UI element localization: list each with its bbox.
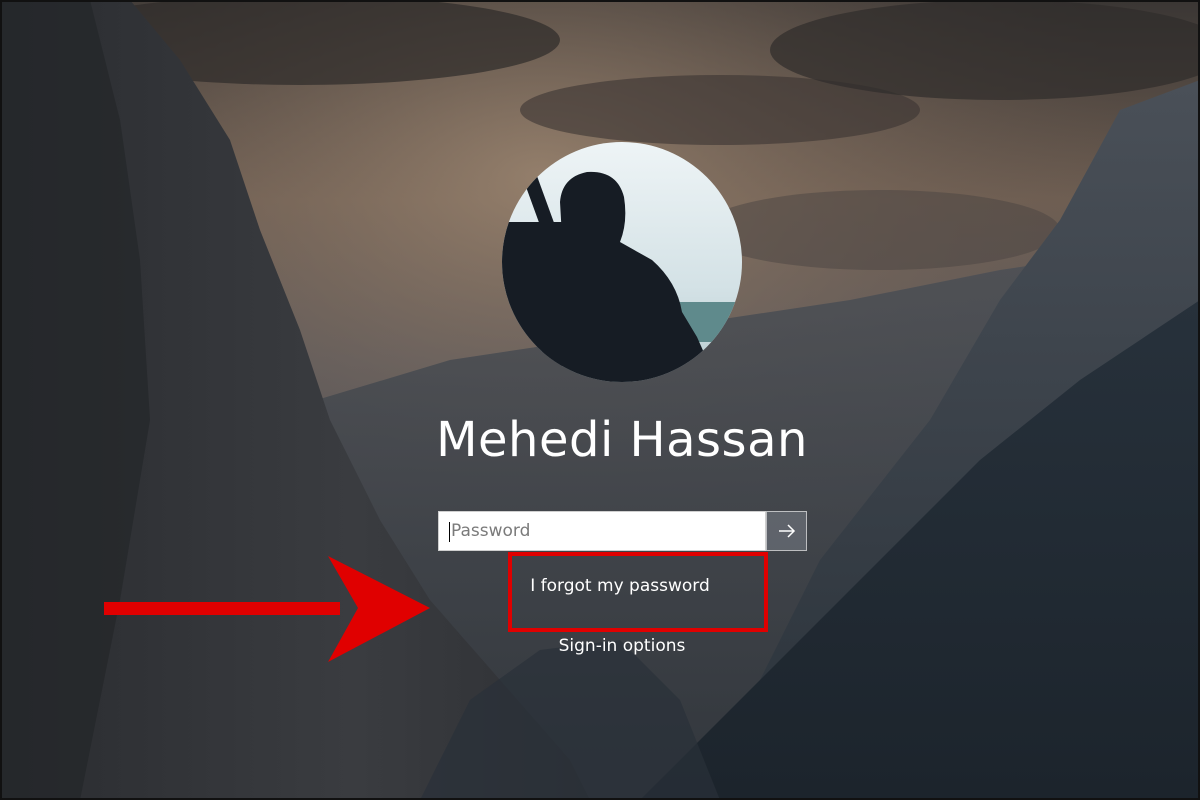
user-avatar bbox=[502, 142, 742, 382]
submit-button[interactable] bbox=[766, 511, 807, 551]
sign-in-options-link[interactable]: Sign-in options bbox=[510, 636, 734, 656]
avatar-silhouette-image bbox=[502, 142, 742, 382]
user-name: Mehedi Hassan bbox=[436, 412, 808, 468]
annotation-arrow-icon bbox=[104, 556, 430, 662]
password-field[interactable] bbox=[438, 511, 766, 551]
password-input[interactable] bbox=[451, 512, 751, 550]
annotation-highlight-box bbox=[508, 552, 768, 632]
background-landscape bbox=[0, 0, 1200, 800]
arrow-right-icon bbox=[778, 524, 795, 538]
lock-screen: Mehedi Hassan I forgot my password Sign-… bbox=[0, 0, 1200, 800]
text-caret bbox=[449, 522, 450, 542]
